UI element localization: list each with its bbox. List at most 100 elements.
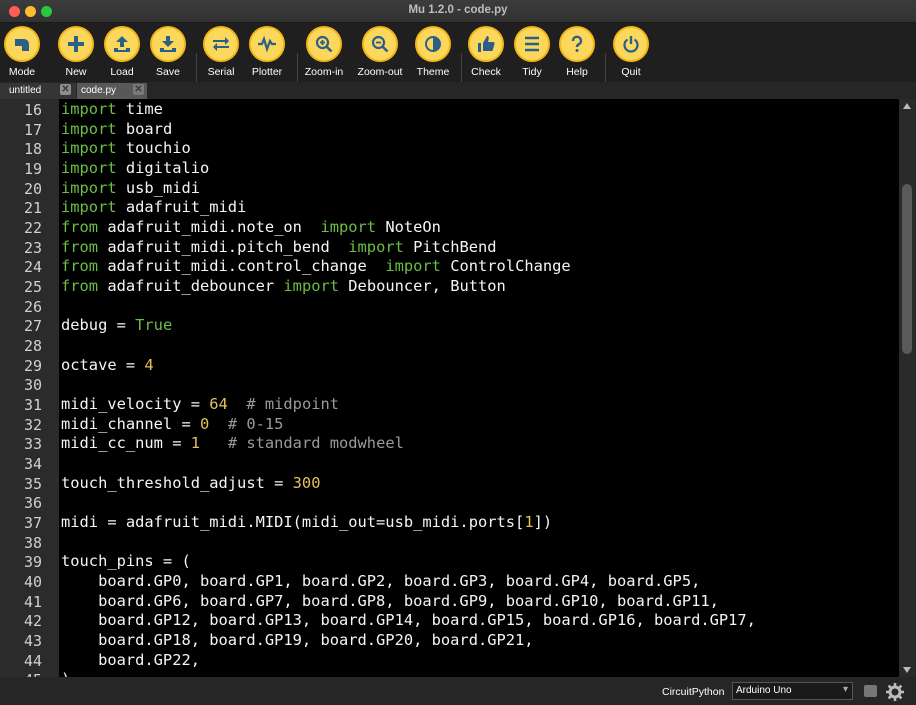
device-chip-icon[interactable] bbox=[864, 685, 877, 697]
line-number: 39 bbox=[23, 553, 42, 571]
status-bar: CircuitPython Arduino Uno ▾ bbox=[0, 677, 916, 705]
board-select-value: Arduino Uno bbox=[736, 685, 792, 696]
code-line: touch_threshold_adjust = 300 bbox=[61, 474, 321, 492]
line-number: 35 bbox=[23, 475, 42, 493]
code-line: octave = 4 bbox=[61, 356, 154, 374]
code-line: board.GP12, board.GP13, board.GP14, boar… bbox=[61, 611, 756, 629]
line-number: 27 bbox=[23, 317, 42, 335]
line-number: 33 bbox=[23, 435, 42, 453]
code-line: midi = adafruit_midi.MIDI(midi_out=usb_m… bbox=[61, 513, 553, 531]
code-line: debug = True bbox=[61, 316, 173, 334]
help-button[interactable]: Help bbox=[549, 26, 605, 82]
line-number: 23 bbox=[23, 239, 42, 257]
zoom-in-label: Zoom-in bbox=[304, 66, 344, 78]
scroll-up-arrow-icon[interactable] bbox=[903, 103, 911, 109]
zoom-out-button[interactable]: Zoom-out bbox=[352, 26, 408, 82]
zoom-in-icon bbox=[306, 26, 342, 62]
zoom-in-button[interactable]: Zoom-in bbox=[296, 26, 352, 82]
tidy-lines-icon bbox=[514, 26, 550, 62]
plotter-button[interactable]: Plotter bbox=[239, 26, 295, 82]
mode-label: Mode bbox=[8, 66, 36, 78]
line-number: 21 bbox=[23, 199, 42, 217]
line-number: 37 bbox=[23, 514, 42, 532]
mode-indicator[interactable]: CircuitPython bbox=[662, 686, 724, 698]
save-button[interactable]: Save bbox=[140, 26, 196, 82]
code-line: import digitalio bbox=[61, 159, 210, 177]
theme-icon bbox=[415, 26, 451, 62]
line-number: 42 bbox=[23, 612, 42, 630]
code-line: board.GP22, bbox=[61, 651, 200, 669]
waveform-icon bbox=[249, 26, 285, 62]
upload-icon bbox=[104, 26, 140, 62]
code-line: from adafruit_midi.pitch_bend import Pit… bbox=[61, 238, 497, 256]
vertical-scrollbar[interactable] bbox=[899, 99, 916, 677]
code-line: board.GP6, board.GP7, board.GP8, board.G… bbox=[61, 592, 719, 610]
line-number: 41 bbox=[23, 593, 42, 611]
code-line: midi_velocity = 64 # midpoint bbox=[61, 395, 340, 413]
code-line: midi_channel = 0 # 0-15 bbox=[61, 415, 284, 433]
code-line: from adafruit_midi.note_on import NoteOn bbox=[61, 218, 441, 236]
toolbar: Mode New Load Save Serial Plotter Zoom-i… bbox=[0, 23, 916, 99]
line-number: 34 bbox=[23, 455, 42, 473]
quit-button[interactable]: Quit bbox=[603, 26, 659, 82]
serial-arrows-icon bbox=[203, 26, 239, 62]
line-number: 19 bbox=[23, 160, 42, 178]
close-tab-icon[interactable]: ✕ bbox=[133, 84, 144, 95]
scrollbar-thumb[interactable] bbox=[902, 184, 912, 354]
line-number: 18 bbox=[23, 140, 42, 158]
plus-icon bbox=[58, 26, 94, 62]
line-number-gutter: 16 17 18 19 20 21 22 23 24 25 26 27 28 2… bbox=[0, 99, 59, 677]
code-line: midi_cc_num = 1 # standard modwheel bbox=[61, 434, 404, 452]
code-line: ) bbox=[61, 670, 70, 677]
tab-untitled[interactable]: untitled ✕ bbox=[0, 83, 76, 99]
line-number: 38 bbox=[23, 534, 42, 552]
title-bar: Mu 1.2.0 - code.py bbox=[0, 0, 916, 23]
line-number: 20 bbox=[23, 180, 42, 198]
line-number: 32 bbox=[23, 416, 42, 434]
save-label: Save bbox=[156, 66, 180, 78]
code-line: board.GP0, board.GP1, board.GP2, board.G… bbox=[61, 572, 701, 590]
download-icon bbox=[150, 26, 186, 62]
help-label: Help bbox=[566, 66, 588, 78]
code-line: from adafruit_debouncer import Debouncer… bbox=[61, 277, 506, 295]
line-number: 24 bbox=[23, 258, 42, 276]
zoom-out-icon bbox=[362, 26, 398, 62]
code-line: import board bbox=[61, 120, 173, 138]
line-number: 25 bbox=[23, 278, 42, 296]
line-number: 16 bbox=[23, 101, 42, 119]
code-line: import time bbox=[61, 100, 163, 118]
code-line: import usb_midi bbox=[61, 179, 201, 197]
tab-bar: untitled ✕ code.py ✕ bbox=[0, 82, 916, 99]
code-line: import adafruit_midi bbox=[61, 198, 247, 216]
tab-code-py[interactable]: code.py ✕ bbox=[77, 83, 147, 99]
line-number: 22 bbox=[23, 219, 42, 237]
tab-label: untitled bbox=[9, 85, 42, 96]
code-line: import touchio bbox=[61, 139, 191, 157]
scroll-down-arrow-icon[interactable] bbox=[903, 667, 911, 673]
power-icon bbox=[613, 26, 649, 62]
mode-button[interactable]: Mode bbox=[0, 26, 50, 82]
theme-button[interactable]: Theme bbox=[405, 26, 461, 82]
line-number: 40 bbox=[23, 573, 42, 591]
line-number: 43 bbox=[23, 632, 42, 650]
line-number: 28 bbox=[23, 337, 42, 355]
line-number: 17 bbox=[23, 121, 42, 139]
window-title: Mu 1.2.0 - code.py bbox=[408, 4, 508, 16]
tab-label: code.py bbox=[81, 85, 117, 96]
close-tab-icon[interactable]: ✕ bbox=[60, 84, 71, 95]
board-select[interactable]: Arduino Uno ▾ bbox=[732, 682, 853, 700]
plotter-label: Plotter bbox=[251, 66, 283, 78]
line-number: 44 bbox=[23, 652, 42, 670]
line-number: 26 bbox=[23, 298, 42, 316]
gear-icon[interactable] bbox=[886, 683, 904, 701]
line-number: 30 bbox=[23, 376, 42, 394]
zoom-out-label: Zoom-out bbox=[357, 66, 403, 78]
question-mark-icon bbox=[559, 26, 595, 62]
line-number: 36 bbox=[23, 494, 42, 512]
line-number: 31 bbox=[23, 396, 42, 414]
code-editor[interactable]: 16 17 18 19 20 21 22 23 24 25 26 27 28 2… bbox=[0, 99, 899, 677]
mode-icon bbox=[4, 26, 40, 62]
code-line: board.GP18, board.GP19, board.GP20, boar… bbox=[61, 631, 534, 649]
line-number: 29 bbox=[23, 357, 42, 375]
code-line: touch_pins = ( bbox=[61, 552, 191, 570]
